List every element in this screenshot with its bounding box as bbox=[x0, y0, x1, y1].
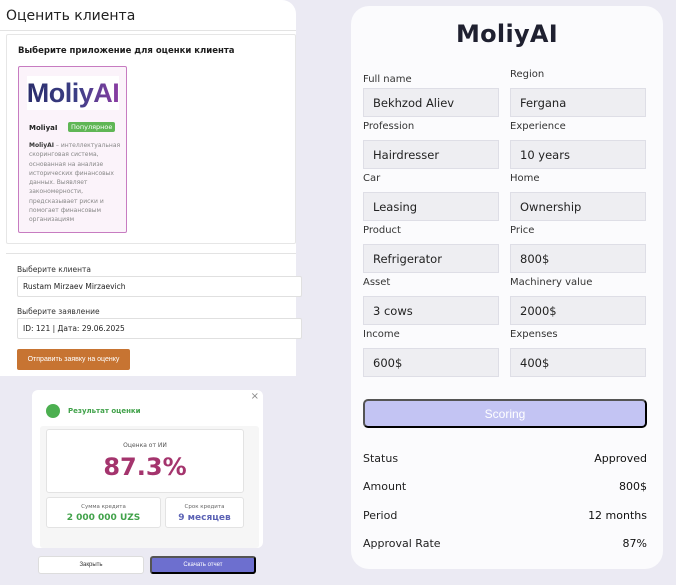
scoring-button[interactable]: Scoring bbox=[363, 399, 647, 428]
loan-sum-card: Сумма кредита 2 000 000 UZS bbox=[46, 497, 161, 528]
section-heading: Выберите приложение для оценки клиента bbox=[18, 46, 235, 56]
result-amount-row: Amount 800$ bbox=[363, 480, 647, 496]
amount-value: 800$ bbox=[619, 480, 647, 493]
machinery-value-label: Machinery value bbox=[510, 277, 593, 288]
asset-field[interactable]: 3 cows bbox=[363, 296, 499, 325]
application-select[interactable]: ID: 121 | Дата: 29.06.2025 bbox=[17, 318, 302, 339]
price-field[interactable]: 800$ bbox=[510, 244, 646, 273]
client-label: Выберите клиента bbox=[17, 265, 91, 274]
divider bbox=[0, 30, 296, 31]
score-value: 87.3% bbox=[103, 453, 187, 481]
machinery-value-field[interactable]: 2000$ bbox=[510, 296, 646, 325]
submit-evaluation-button[interactable]: Отправить заявку на оценку bbox=[17, 349, 130, 370]
result-body: Оценка от ИИ 87.3% Сумма кредита 2 000 0… bbox=[40, 426, 259, 548]
app-description: MoliyAI – интеллектуальная скоринговая с… bbox=[29, 142, 121, 224]
evaluate-client-panel: Оценить клиента Выберите приложение для … bbox=[0, 0, 302, 376]
profession-label: Profession bbox=[363, 121, 415, 132]
ai-score-card: Оценка от ИИ 87.3% bbox=[46, 429, 244, 493]
client-select-section: Выберите клиента Rustam Mirzaev Mirzaevi… bbox=[6, 253, 302, 376]
status-label: Status bbox=[363, 452, 399, 465]
region-field[interactable]: Fergana bbox=[510, 88, 646, 117]
status-value: Approved bbox=[594, 452, 647, 465]
expenses-label: Expenses bbox=[510, 329, 558, 340]
success-icon bbox=[46, 404, 60, 418]
experience-field[interactable]: 10 years bbox=[510, 140, 646, 169]
expenses-field[interactable]: 400$ bbox=[510, 348, 646, 377]
client-select[interactable]: Rustam Mirzaev Mirzaevich bbox=[17, 276, 302, 297]
brand-title: MoliyAI bbox=[455, 20, 559, 48]
loan-term-card: Срок кредита 9 месяцев bbox=[165, 497, 244, 528]
result-title: Результат оценки bbox=[68, 407, 141, 415]
period-value: 12 months bbox=[588, 509, 647, 522]
result-period-row: Period 12 months bbox=[363, 509, 647, 525]
term-label: Срок кредита bbox=[184, 504, 225, 510]
asset-label: Asset bbox=[363, 277, 391, 288]
result-modal: × Результат оценки Оценка от ИИ 87.3% Су… bbox=[32, 390, 263, 548]
period-label: Period bbox=[363, 509, 398, 522]
experience-label: Experience bbox=[510, 121, 566, 132]
home-field[interactable]: Ownership bbox=[510, 192, 646, 221]
popular-badge: Популярное bbox=[68, 122, 116, 132]
sum-value: 2 000 000 UZS bbox=[66, 513, 141, 523]
full-name-label: Full name bbox=[363, 74, 412, 85]
download-report-button[interactable]: Скачать отчет bbox=[150, 556, 256, 574]
app-select-section: Выберите приложение для оценки клиента M… bbox=[6, 34, 296, 244]
product-label: Product bbox=[363, 225, 401, 236]
amount-label: Amount bbox=[363, 480, 407, 493]
profession-field[interactable]: Hairdresser bbox=[363, 140, 499, 169]
income-label: Income bbox=[363, 329, 400, 340]
full-name-field[interactable]: Bekhzod Aliev bbox=[363, 88, 499, 117]
approval-rate-value: 87% bbox=[622, 537, 647, 550]
page-title: Оценить клиента bbox=[6, 8, 136, 24]
result-approval-rate-row: Approval Rate 87% bbox=[363, 537, 647, 553]
region-label: Region bbox=[510, 69, 545, 80]
income-field[interactable]: 600$ bbox=[363, 348, 499, 377]
price-label: Price bbox=[510, 225, 535, 236]
close-icon[interactable]: × bbox=[251, 391, 259, 402]
result-status-row: Status Approved bbox=[363, 452, 647, 468]
application-label: Выберите заявление bbox=[17, 307, 100, 316]
car-field[interactable]: Leasing bbox=[363, 192, 499, 221]
product-field[interactable]: Refrigerator bbox=[363, 244, 499, 273]
close-button[interactable]: Закрыть bbox=[38, 556, 144, 574]
car-label: Car bbox=[363, 173, 381, 184]
app-name: MoliyaI bbox=[29, 124, 58, 132]
app-card-moliyai[interactable]: MoliyAI MoliyaI Популярное MoliyAI – инт… bbox=[18, 66, 127, 233]
moliyai-form: MoliyAI Full name Bekhzod Aliev Region F… bbox=[351, 6, 663, 569]
sum-label: Сумма кредита bbox=[81, 504, 126, 510]
moliyai-logo: MoliyAI bbox=[27, 76, 120, 110]
approval-rate-label: Approval Rate bbox=[363, 537, 441, 550]
score-label: Оценка от ИИ bbox=[123, 442, 167, 449]
term-value: 9 месяцев bbox=[178, 513, 231, 523]
home-label: Home bbox=[510, 173, 540, 184]
